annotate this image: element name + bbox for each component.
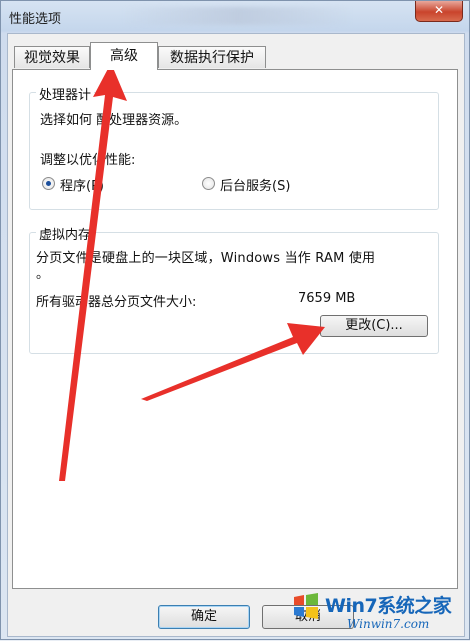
advanced-tab-panel: 处理器计 选择如何 配处理器资源。 调整以优化性能: 程序(P) 后台服务(S)… bbox=[12, 69, 458, 589]
close-icon: ✕ bbox=[433, 3, 445, 17]
title-bar[interactable]: 性能选项 ✕ bbox=[1, 1, 469, 33]
group-title: 处理器计 bbox=[36, 84, 95, 103]
radio-programs-label[interactable]: 程序(P) bbox=[60, 175, 104, 194]
change-button[interactable]: 更改(C)... bbox=[320, 315, 428, 337]
virtual-memory-group: 虚拟内存 分页文件是硬盘上的一块区域，Windows 当作 RAM 使用 。 所… bbox=[29, 224, 439, 354]
virtual-memory-description: 分页文件是硬盘上的一块区域，Windows 当作 RAM 使用 bbox=[36, 251, 376, 266]
radio-background-services[interactable] bbox=[202, 177, 215, 190]
processor-description: 选择如何 配处理器资源。 bbox=[40, 113, 188, 128]
ok-button[interactable]: 确定 bbox=[158, 605, 250, 629]
tab-advanced[interactable]: 高级 bbox=[90, 42, 158, 70]
adjust-label: 调整以优化性能: bbox=[40, 153, 136, 168]
tab-label: 视觉效果 bbox=[24, 50, 80, 66]
watermark-url: Winwin7.com bbox=[347, 617, 430, 631]
windows-logo-icon bbox=[294, 593, 318, 619]
paging-file-total-value: 7659 MB bbox=[298, 291, 356, 306]
paging-file-total-label: 所有驱动器总分页文件大小: bbox=[36, 295, 197, 310]
radio-services-label[interactable]: 后台服务(S) bbox=[220, 175, 290, 194]
tab-data-execution-prevention[interactable]: 数据执行保护 bbox=[158, 46, 266, 68]
watermark: Win7系统之家 Winwin7.com bbox=[287, 589, 465, 637]
tab-label: 数据执行保护 bbox=[170, 50, 254, 66]
blurred-title-area bbox=[121, 7, 351, 25]
dialog-body: 视觉效果 高级 数据执行保护 处理器计 选择如何 配处理器资源。 调整以优化性能… bbox=[7, 33, 465, 637]
tab-strip: 视觉效果 高级 数据执行保护 bbox=[12, 42, 462, 70]
radio-selected-dot bbox=[46, 181, 51, 186]
radio-programs[interactable] bbox=[42, 177, 55, 190]
close-button[interactable]: ✕ bbox=[415, 1, 463, 22]
virtual-memory-description-continued: 。 bbox=[36, 267, 50, 282]
tab-label: 高级 bbox=[110, 48, 138, 64]
window-title: 性能选项 bbox=[9, 12, 62, 27]
performance-options-window: 性能选项 ✕ 视觉效果 高级 数据执行保护 处理器计 选择如何 配处理器资源。 … bbox=[0, 0, 470, 640]
tab-visual-effects[interactable]: 视觉效果 bbox=[14, 46, 90, 68]
processor-scheduling-group: 处理器计 选择如何 配处理器资源。 调整以优化性能: 程序(P) 后台服务(S) bbox=[29, 84, 439, 210]
watermark-brand: Win7系统之家 bbox=[325, 595, 452, 617]
group-title: 虚拟内存 bbox=[36, 224, 95, 243]
